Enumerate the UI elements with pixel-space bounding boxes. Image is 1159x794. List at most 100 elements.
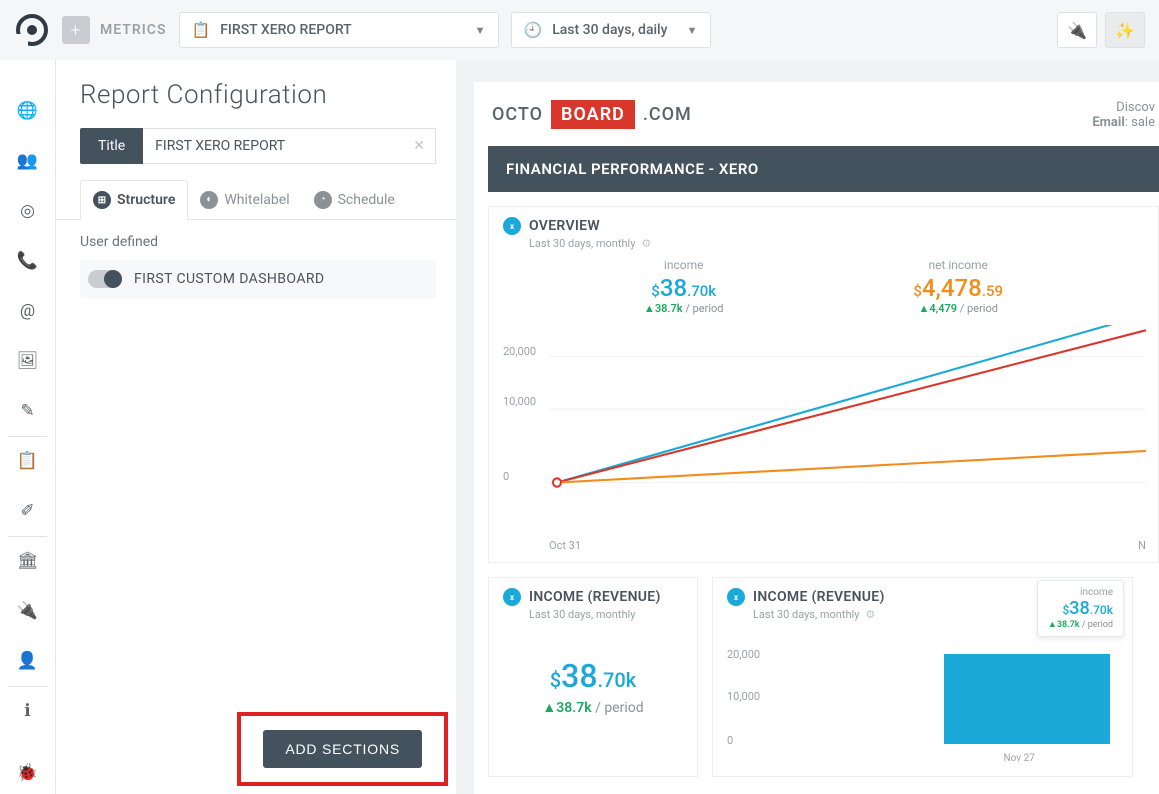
widget-overview: x OVERVIEW Last 30 days, monthly ⚙ incom… xyxy=(488,206,1159,563)
header-line1: Discov xyxy=(1092,100,1155,115)
add-sections-highlight: ADD SECTIONS xyxy=(237,712,448,786)
tab-whitelabel[interactable]: ◐ Whitelabel xyxy=(188,180,301,219)
metrics-button[interactable]: + METRICS xyxy=(62,16,167,44)
widget-overview-head: x OVERVIEW xyxy=(489,207,1158,237)
plus-icon: + xyxy=(62,16,90,44)
nav-bug[interactable]: 🐞 xyxy=(0,752,55,794)
globe-icon: 🌐 xyxy=(17,101,38,121)
report-selector-value: FIRST XERO REPORT xyxy=(220,22,464,38)
daterange-value: Last 30 days, daily xyxy=(552,22,676,38)
header-line2: Email: sale xyxy=(1092,115,1155,130)
bank-icon: 🏛 xyxy=(17,551,39,571)
nav-bank[interactable]: 🏛 xyxy=(0,540,55,582)
config-tabs: ⊞ Structure ◐ Whitelabel ◔ Schedule xyxy=(56,180,456,220)
report-selector[interactable]: 📋 FIRST XERO REPORT ▼ xyxy=(179,12,499,48)
dashboard-toggle[interactable] xyxy=(88,270,122,288)
bar-income xyxy=(944,654,1110,744)
settings-button[interactable]: ✨ xyxy=(1105,12,1145,48)
brand-part2: BOARD xyxy=(551,100,635,129)
tab-schedule-label: Schedule xyxy=(338,192,395,208)
clipboard-icon: 📋 xyxy=(192,21,211,39)
title-label: Title xyxy=(80,128,143,164)
nav-globe[interactable]: 🌐 xyxy=(0,90,55,132)
clipboard-icon: 📋 xyxy=(17,451,38,471)
bug-icon: 🐞 xyxy=(17,763,38,783)
widget-overview-title: OVERVIEW xyxy=(529,218,600,234)
nav-clipboard[interactable]: 📋 xyxy=(0,440,55,482)
tab-structure[interactable]: ⊞ Structure xyxy=(80,180,188,220)
metric-income: income $38.70k ▲38.7k / period xyxy=(644,258,724,315)
daterange-selector[interactable]: 🕘 Last 30 days, daily ▼ xyxy=(511,12,711,48)
nav-edit[interactable]: ✎ xyxy=(0,390,55,432)
info-icon: ℹ xyxy=(24,701,30,721)
clock-icon: 🕘 xyxy=(524,21,543,39)
title-input[interactable]: FIRST XERO REPORT ✕ xyxy=(143,128,436,164)
widget-income-card: x INCOME (REVENUE) Last 30 days, monthly… xyxy=(488,577,698,777)
report-page: OCTO BOARD .COM Discov Email: sale FINAN… xyxy=(474,82,1159,794)
plug-button[interactable]: 🔌 xyxy=(1057,12,1097,48)
gear-icon[interactable]: ⚙ xyxy=(641,237,651,250)
widgets-container: x OVERVIEW Last 30 days, monthly ⚙ incom… xyxy=(474,206,1159,777)
topbar: + METRICS 📋 FIRST XERO REPORT ▼ 🕘 Last 3… xyxy=(0,0,1159,60)
nav-info[interactable]: ℹ xyxy=(0,690,55,732)
dashboard-list-item[interactable]: FIRST CUSTOM DASHBOARD xyxy=(80,260,436,298)
tab-whitelabel-label: Whitelabel xyxy=(224,192,289,208)
nav-marker[interactable]: ✐ xyxy=(0,490,55,532)
chevron-down-icon: ▼ xyxy=(475,24,486,37)
topbar-actions: 🔌 ✨ xyxy=(1057,12,1145,48)
add-sections-button[interactable]: ADD SECTIONS xyxy=(263,730,422,768)
xero-icon: x xyxy=(503,588,521,606)
target-icon: ◎ xyxy=(20,201,35,221)
user-circle-icon: 👤 xyxy=(17,651,38,671)
section-title-banner: FINANCIAL PERFORMANCE - XERO xyxy=(488,146,1159,192)
title-field-row: Title FIRST XERO REPORT ✕ xyxy=(80,128,436,164)
users-icon: 👥 xyxy=(17,151,38,171)
metric-netincome: net income $4,478.59 ▲4,479 / period xyxy=(913,258,1003,315)
whitelabel-icon: ◐ xyxy=(200,191,218,209)
widgets-row-2: x INCOME (REVENUE) Last 30 days, monthly… xyxy=(488,577,1159,777)
income-big-metric: $38.70k ▲38.7k / period xyxy=(489,621,697,752)
report-header-right: Discov Email: sale xyxy=(1092,100,1159,130)
structure-icon: ⊞ xyxy=(93,191,111,209)
plug-icon: 🔌 xyxy=(17,601,38,621)
user-defined-label: User defined xyxy=(80,234,436,250)
toggle-knob xyxy=(104,270,122,288)
widget-income-chart: x INCOME (REVENUE) Last 30 days, monthly… xyxy=(712,577,1133,777)
nav-phone[interactable]: 📞 xyxy=(0,240,55,282)
metrics-label: METRICS xyxy=(100,22,167,38)
phone-icon: 📞 xyxy=(17,251,38,271)
nav-account[interactable]: 👤 xyxy=(0,640,55,682)
report-brand: OCTO BOARD .COM xyxy=(492,100,692,129)
app-logo xyxy=(14,12,50,48)
pencil-icon: ✎ xyxy=(20,401,34,421)
brand-part1: OCTO xyxy=(492,104,543,125)
title-input-value: FIRST XERO REPORT xyxy=(155,138,285,154)
dashboard-item-label: FIRST CUSTOM DASHBOARD xyxy=(134,271,324,287)
schedule-icon: ◔ xyxy=(314,191,332,209)
image-icon: 🖼 xyxy=(17,351,39,371)
sparkle-icon: ✨ xyxy=(1115,21,1135,40)
clear-title-icon[interactable]: ✕ xyxy=(413,138,425,154)
plug-icon: 🔌 xyxy=(1067,21,1087,40)
chevron-down-icon: ▼ xyxy=(687,24,698,37)
gear-icon[interactable]: ⚙ xyxy=(865,608,875,621)
main-content: Report Configuration Title FIRST XERO RE… xyxy=(56,60,1159,794)
widget-overview-subtitle: Last 30 days, monthly ⚙ xyxy=(489,237,1158,250)
overview-metrics: income $38.70k ▲38.7k / period net incom… xyxy=(489,250,1158,319)
nav-plug[interactable]: 🔌 xyxy=(0,590,55,632)
nav-users[interactable]: 👥 xyxy=(0,140,55,182)
config-heading: Report Configuration xyxy=(80,80,436,110)
widget-cutoff xyxy=(1147,577,1159,777)
at-icon: @ xyxy=(20,301,35,321)
overview-xlabels: Oct 31 N xyxy=(489,537,1158,562)
marker-icon: ✐ xyxy=(20,501,34,521)
nav-image[interactable]: 🖼 xyxy=(0,340,55,382)
tab-schedule[interactable]: ◔ Schedule xyxy=(302,180,407,219)
nav-target[interactable]: ◎ xyxy=(0,190,55,232)
config-panel: Report Configuration Title FIRST XERO RE… xyxy=(56,60,456,794)
nav-at[interactable]: @ xyxy=(0,290,55,332)
report-header: OCTO BOARD .COM Discov Email: sale xyxy=(474,82,1159,146)
report-preview: OCTO BOARD .COM Discov Email: sale FINAN… xyxy=(456,60,1159,794)
xero-icon: x xyxy=(503,217,521,235)
overview-line-chart: 20,000 10,000 0 xyxy=(501,325,1146,535)
